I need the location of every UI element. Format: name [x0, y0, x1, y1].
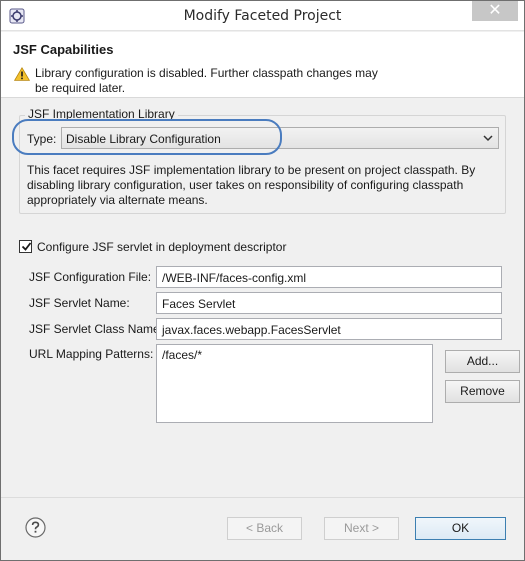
- implementation-description: This facet requires JSF implementation l…: [27, 163, 476, 207]
- type-label: Type:: [27, 132, 57, 146]
- servlet-class-value: javax.faces.webapp.FacesServlet: [162, 323, 341, 337]
- list-item[interactable]: /faces/*: [162, 348, 202, 362]
- dialog-window: Modify Faceted Project ✕ JSF Capabilitie…: [0, 0, 525, 561]
- url-patterns-list[interactable]: /faces/*: [156, 344, 433, 423]
- servlet-class-field[interactable]: javax.faces.webapp.FacesServlet: [156, 318, 502, 340]
- close-button[interactable]: ✕: [472, 1, 518, 21]
- ok-button[interactable]: OK: [415, 517, 506, 540]
- warning-icon: [14, 67, 30, 81]
- remove-pattern-button[interactable]: Remove: [445, 380, 520, 403]
- servlet-class-label: JSF Servlet Class Name:: [29, 322, 164, 336]
- config-file-field[interactable]: /WEB-INF/faces-config.xml: [156, 266, 502, 288]
- type-dropdown-value: Disable Library Configuration: [66, 132, 221, 146]
- warning-message-line1: Library configuration is disabled. Furth…: [35, 66, 378, 80]
- check-icon: [21, 242, 32, 251]
- footer-separator: [1, 497, 524, 498]
- title-bar[interactable]: Modify Faceted Project ✕: [1, 1, 524, 31]
- add-pattern-button[interactable]: Add...: [445, 350, 520, 373]
- next-button[interactable]: Next >: [324, 517, 399, 540]
- help-icon[interactable]: [25, 517, 46, 538]
- page-title: JSF Capabilities: [13, 42, 114, 57]
- servlet-name-field[interactable]: Faces Servlet: [156, 292, 502, 314]
- servlet-name-value: Faces Servlet: [162, 297, 236, 311]
- config-file-label: JSF Configuration File:: [29, 270, 152, 284]
- warning-message-line2: be required later.: [35, 81, 126, 95]
- implementation-group-title: JSF Implementation Library: [25, 107, 178, 121]
- type-dropdown[interactable]: Disable Library Configuration: [61, 127, 499, 149]
- header-area: JSF Capabilities Library configuration i…: [1, 32, 524, 98]
- back-button[interactable]: < Back: [227, 517, 302, 540]
- configure-servlet-checkbox[interactable]: [19, 240, 32, 253]
- configure-servlet-label[interactable]: Configure JSF servlet in deployment desc…: [37, 240, 286, 254]
- window-title: Modify Faceted Project: [183, 8, 342, 24]
- servlet-name-label: JSF Servlet Name:: [29, 296, 130, 310]
- config-file-value: /WEB-INF/faces-config.xml: [162, 271, 307, 285]
- url-patterns-label: URL Mapping Patterns:: [29, 347, 154, 361]
- chevron-down-icon: [483, 135, 493, 142]
